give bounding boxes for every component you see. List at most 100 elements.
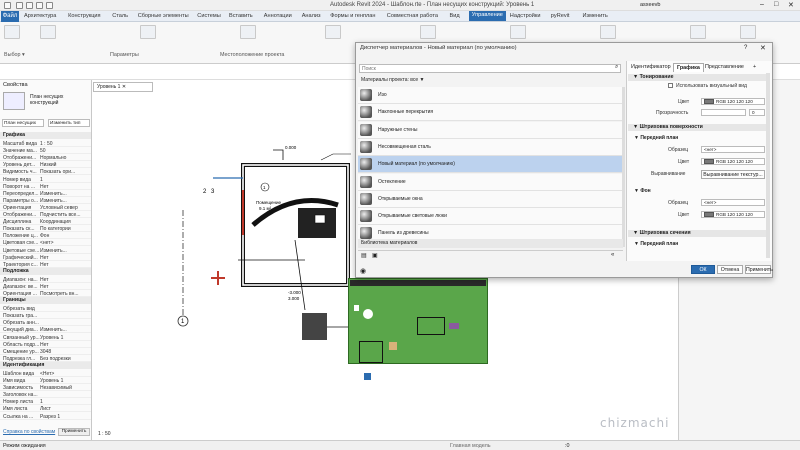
material-item[interactable]: Новый материал (по умолчанию) [358,156,623,174]
active-model[interactable]: Главная модель [450,443,491,449]
revit-logo-icon[interactable] [4,2,11,9]
prop-value[interactable]: Нормально [40,155,90,161]
prop-section-1[interactable]: Подложка [0,267,91,275]
ribbon-tab-4[interactable]: Системы [197,13,220,19]
prop-row[interactable]: Имя вида Уровень 1 [0,377,91,384]
dialog-help-icon[interactable]: ? [744,45,747,51]
prop-row[interactable]: Зависимость Независимый [0,384,91,392]
undo-icon[interactable] [36,2,43,9]
prop-value[interactable]: По категории [40,226,90,232]
prop-value[interactable]: Условный север [40,205,90,211]
prop-row[interactable]: Цветовые схе... Изменить... [0,247,91,254]
prop-value[interactable]: Нет [40,262,90,268]
transparency-value[interactable]: 0 [749,109,765,116]
prop-row[interactable]: Шаблон вида <Нет> [0,370,91,377]
ribbon-tab-5[interactable]: Вставить [229,13,253,19]
prop-value[interactable]: Изменить... [40,198,90,204]
search-icon[interactable]: ⌕ [615,64,618,71]
prop-value[interactable]: Лист [40,406,90,412]
cut-foreground-header[interactable]: ▼ Передний план [634,241,678,247]
prop-section-2[interactable]: Границы [0,297,91,305]
surface-background-header[interactable]: ▼ Фон [634,188,651,194]
prop-value[interactable]: 1 [40,399,90,405]
material-filter[interactable]: Материалы проекта: все ▼ [359,76,621,84]
prop-value[interactable]: Фон [40,233,90,239]
design-options-icon[interactable] [510,25,526,39]
material-item[interactable]: Наружные стены [358,121,623,139]
prop-value[interactable]: Координация [40,219,90,225]
open-icon[interactable] [16,2,23,9]
use-render-checkbox[interactable] [668,83,673,88]
level-mark-top[interactable] [273,149,284,160]
materials-icon[interactable] [40,25,56,39]
prop-row[interactable]: Смещение ур... 3048 [0,348,91,355]
prop-row[interactable]: Отображени... Нормально [0,154,91,162]
cut-pattern-section[interactable]: ▼ Штриховка сечения [628,230,768,237]
coordinates-icon[interactable] [325,25,341,39]
prop-row[interactable]: Секущий диа... Изменить... [0,326,91,334]
prop-row[interactable]: Отображени... Подчистить все... [0,211,91,218]
instance-selector[interactable]: План несущих [2,119,44,127]
tab-identity[interactable]: Идентификатор [628,63,674,71]
prop-value[interactable]: Показать ори... [40,169,90,175]
column-box[interactable] [302,313,327,340]
prop-value[interactable]: 50 [40,148,90,154]
prop-value[interactable]: <нет> [40,240,90,246]
dynamo-icon[interactable] [740,25,756,39]
prop-value[interactable]: Изменить... [40,191,90,197]
prop-row[interactable]: Масштаб вида 1 : 50 [0,140,91,147]
project-parameters-icon[interactable] [140,25,156,39]
prop-row[interactable]: Номер вида 1 [0,176,91,183]
ribbon-tab-3[interactable]: Сборные элементы [138,13,189,19]
bg-color-field[interactable]: RGB 120 120 120 [701,211,765,218]
prop-value[interactable]: Нет [40,277,90,283]
prop-row[interactable]: Графический... Нет [0,254,91,261]
prop-row[interactable]: Уровень дет... Низкий [0,161,91,169]
ribbon-tab-10[interactable]: Вид [450,13,460,19]
ribbon-tab-1[interactable]: Конструкция [68,13,100,19]
prop-row[interactable]: Диапазон: ве... Нет [0,283,91,290]
prop-row[interactable]: Обрезать анн... [0,319,91,327]
user-name[interactable]: asxeevb [640,2,661,8]
surface-pattern-section[interactable]: ▼ Штриховка поверхности [628,124,768,131]
material-item[interactable]: Изо [358,87,623,104]
texture-alignment-button[interactable]: Выравнивание текстур... [701,170,765,179]
prop-value[interactable]: 1 : 50 [40,141,90,147]
ribbon-tab-12[interactable]: Надстройки [510,13,541,19]
file-tab[interactable]: Файл [1,11,19,22]
ribbon-tab-11[interactable]: Управление [468,11,506,21]
prop-row[interactable]: Связанный ур... Уровень 1 [0,334,91,341]
prop-row[interactable]: Диапазон: на... Нет [0,276,91,283]
move-gizmo-icon[interactable] [211,271,225,285]
ribbon-tab-2[interactable]: Сталь [112,13,128,19]
asset-browser-icon[interactable]: ◉ [360,267,366,275]
select-by-id-icon[interactable] [600,25,616,39]
linked-model-overlay[interactable] [348,278,488,364]
material-search-input[interactable] [359,64,621,73]
prop-row[interactable]: Цветовая схе... <нет> [0,239,91,247]
edit-type-button[interactable]: Изменить тип [48,119,90,127]
prop-value[interactable]: Нет [40,342,90,348]
ribbon-tab-14[interactable]: Изменить [583,13,608,19]
prop-row[interactable]: Имя листа Лист [0,405,91,413]
ribbon-group-select[interactable]: Выбор ▾ [4,52,25,58]
tab-appearance[interactable]: Представление [702,63,747,71]
minimize-icon[interactable]: – [760,1,764,8]
ribbon-tab-13[interactable]: pyRevit [551,13,570,19]
prop-row[interactable]: Ориентация Условный север [0,204,91,211]
modify-tool-icon[interactable] [4,25,20,39]
manage-links-icon[interactable] [420,25,436,39]
prop-value[interactable]: Подчистить все... [40,212,90,218]
properties-help-link[interactable]: Справка по свойствам [3,429,55,435]
prop-value[interactable]: Нет [40,184,90,190]
prop-value[interactable]: Посмотреть вн... [40,291,90,297]
prop-value[interactable]: Изменить... [40,248,90,254]
prop-value[interactable]: Изменить... [40,327,90,333]
ribbon-tab-9[interactable]: Совместная работа [387,13,438,19]
maximize-icon[interactable]: □ [774,1,778,8]
prop-row[interactable]: Область подр... Нет [0,341,91,348]
tab-add[interactable]: + [750,63,759,71]
prop-section-3[interactable]: Идентификация [0,361,91,369]
prop-value[interactable]: Разрез 1 [40,414,90,420]
redo-icon[interactable] [46,2,53,9]
